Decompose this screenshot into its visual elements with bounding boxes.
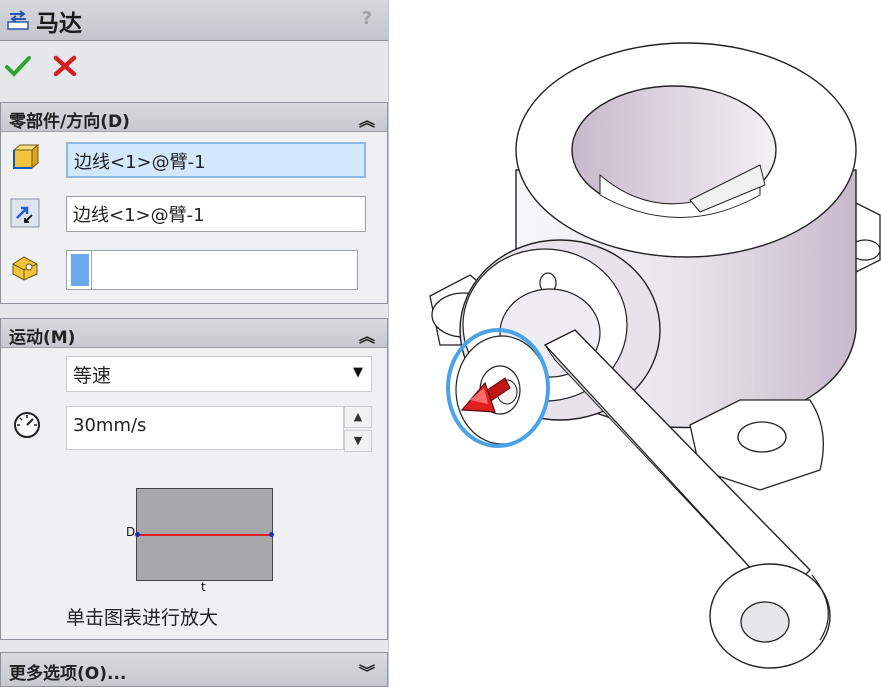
page-title: 马达	[36, 11, 82, 37]
property-manager: 马达 ? 零部件/方向(D) ︽ 边线<1>@臂-1 边线<1>@臂-1 运动(…	[0, 0, 389, 687]
selection-divider	[91, 251, 92, 289]
component-direction-header[interactable]: 零部件/方向(D) ︽	[1, 103, 387, 132]
spin-down-icon[interactable]: ▼	[344, 430, 372, 452]
ok-button[interactable]	[5, 54, 31, 78]
speed-input[interactable]: 30mm/s	[66, 406, 344, 450]
graph-x-label: t	[201, 580, 206, 594]
position-icon	[12, 143, 40, 170]
graph-hint: 单击图表进行放大	[66, 607, 219, 629]
dropdown-arrow-icon[interactable]: ▼	[353, 365, 363, 380]
expand-icon[interactable]: ︾	[359, 659, 375, 683]
motion-header[interactable]: 运动(M) ︽	[1, 319, 387, 348]
component-to-move-field[interactable]	[66, 250, 358, 290]
group-title: 零部件/方向(D)	[9, 112, 130, 132]
cancel-icon	[53, 55, 77, 77]
graphics-viewport[interactable]	[400, 0, 881, 687]
graph-point-start	[135, 532, 140, 537]
graph-y-label: D	[126, 525, 136, 539]
motion-type-select[interactable]: 等速 ▼	[66, 356, 372, 392]
direction-value: 边线<1>@臂-1	[73, 205, 205, 226]
ok-cancel-bar	[5, 54, 94, 82]
motor-icon	[7, 10, 29, 30]
graph-line	[137, 534, 272, 536]
more-options-header[interactable]: 更多选项(O)... ︾	[0, 652, 388, 687]
help-button[interactable]: ?	[356, 8, 378, 30]
group-title: 运动(M)	[9, 328, 76, 348]
collapse-icon[interactable]: ︽	[359, 323, 375, 347]
spin-up-icon[interactable]: ▲	[344, 406, 372, 428]
component-to-move-icon	[12, 256, 38, 281]
cancel-button[interactable]	[52, 54, 78, 78]
selection-indicator	[71, 254, 89, 286]
title-bar: 马达 ?	[0, 0, 388, 41]
reverse-direction-icon[interactable]	[10, 198, 40, 228]
direction-field[interactable]: 边线<1>@臂-1	[66, 196, 366, 232]
ok-icon	[5, 56, 31, 77]
speed-spinner: ▲ ▼	[344, 406, 372, 452]
motion-type-value: 等速	[73, 365, 112, 387]
speed-value: 30mm/s	[73, 415, 147, 436]
graph-point-end	[269, 532, 274, 537]
speed-gauge-icon	[14, 412, 40, 438]
position-field[interactable]: 边线<1>@臂-1	[66, 142, 366, 178]
motion-profile-graph[interactable]	[135, 488, 274, 581]
more-options-label: 更多选项(O)...	[9, 664, 127, 684]
position-value: 边线<1>@臂-1	[74, 152, 206, 173]
collapse-icon[interactable]: ︽	[359, 107, 375, 131]
